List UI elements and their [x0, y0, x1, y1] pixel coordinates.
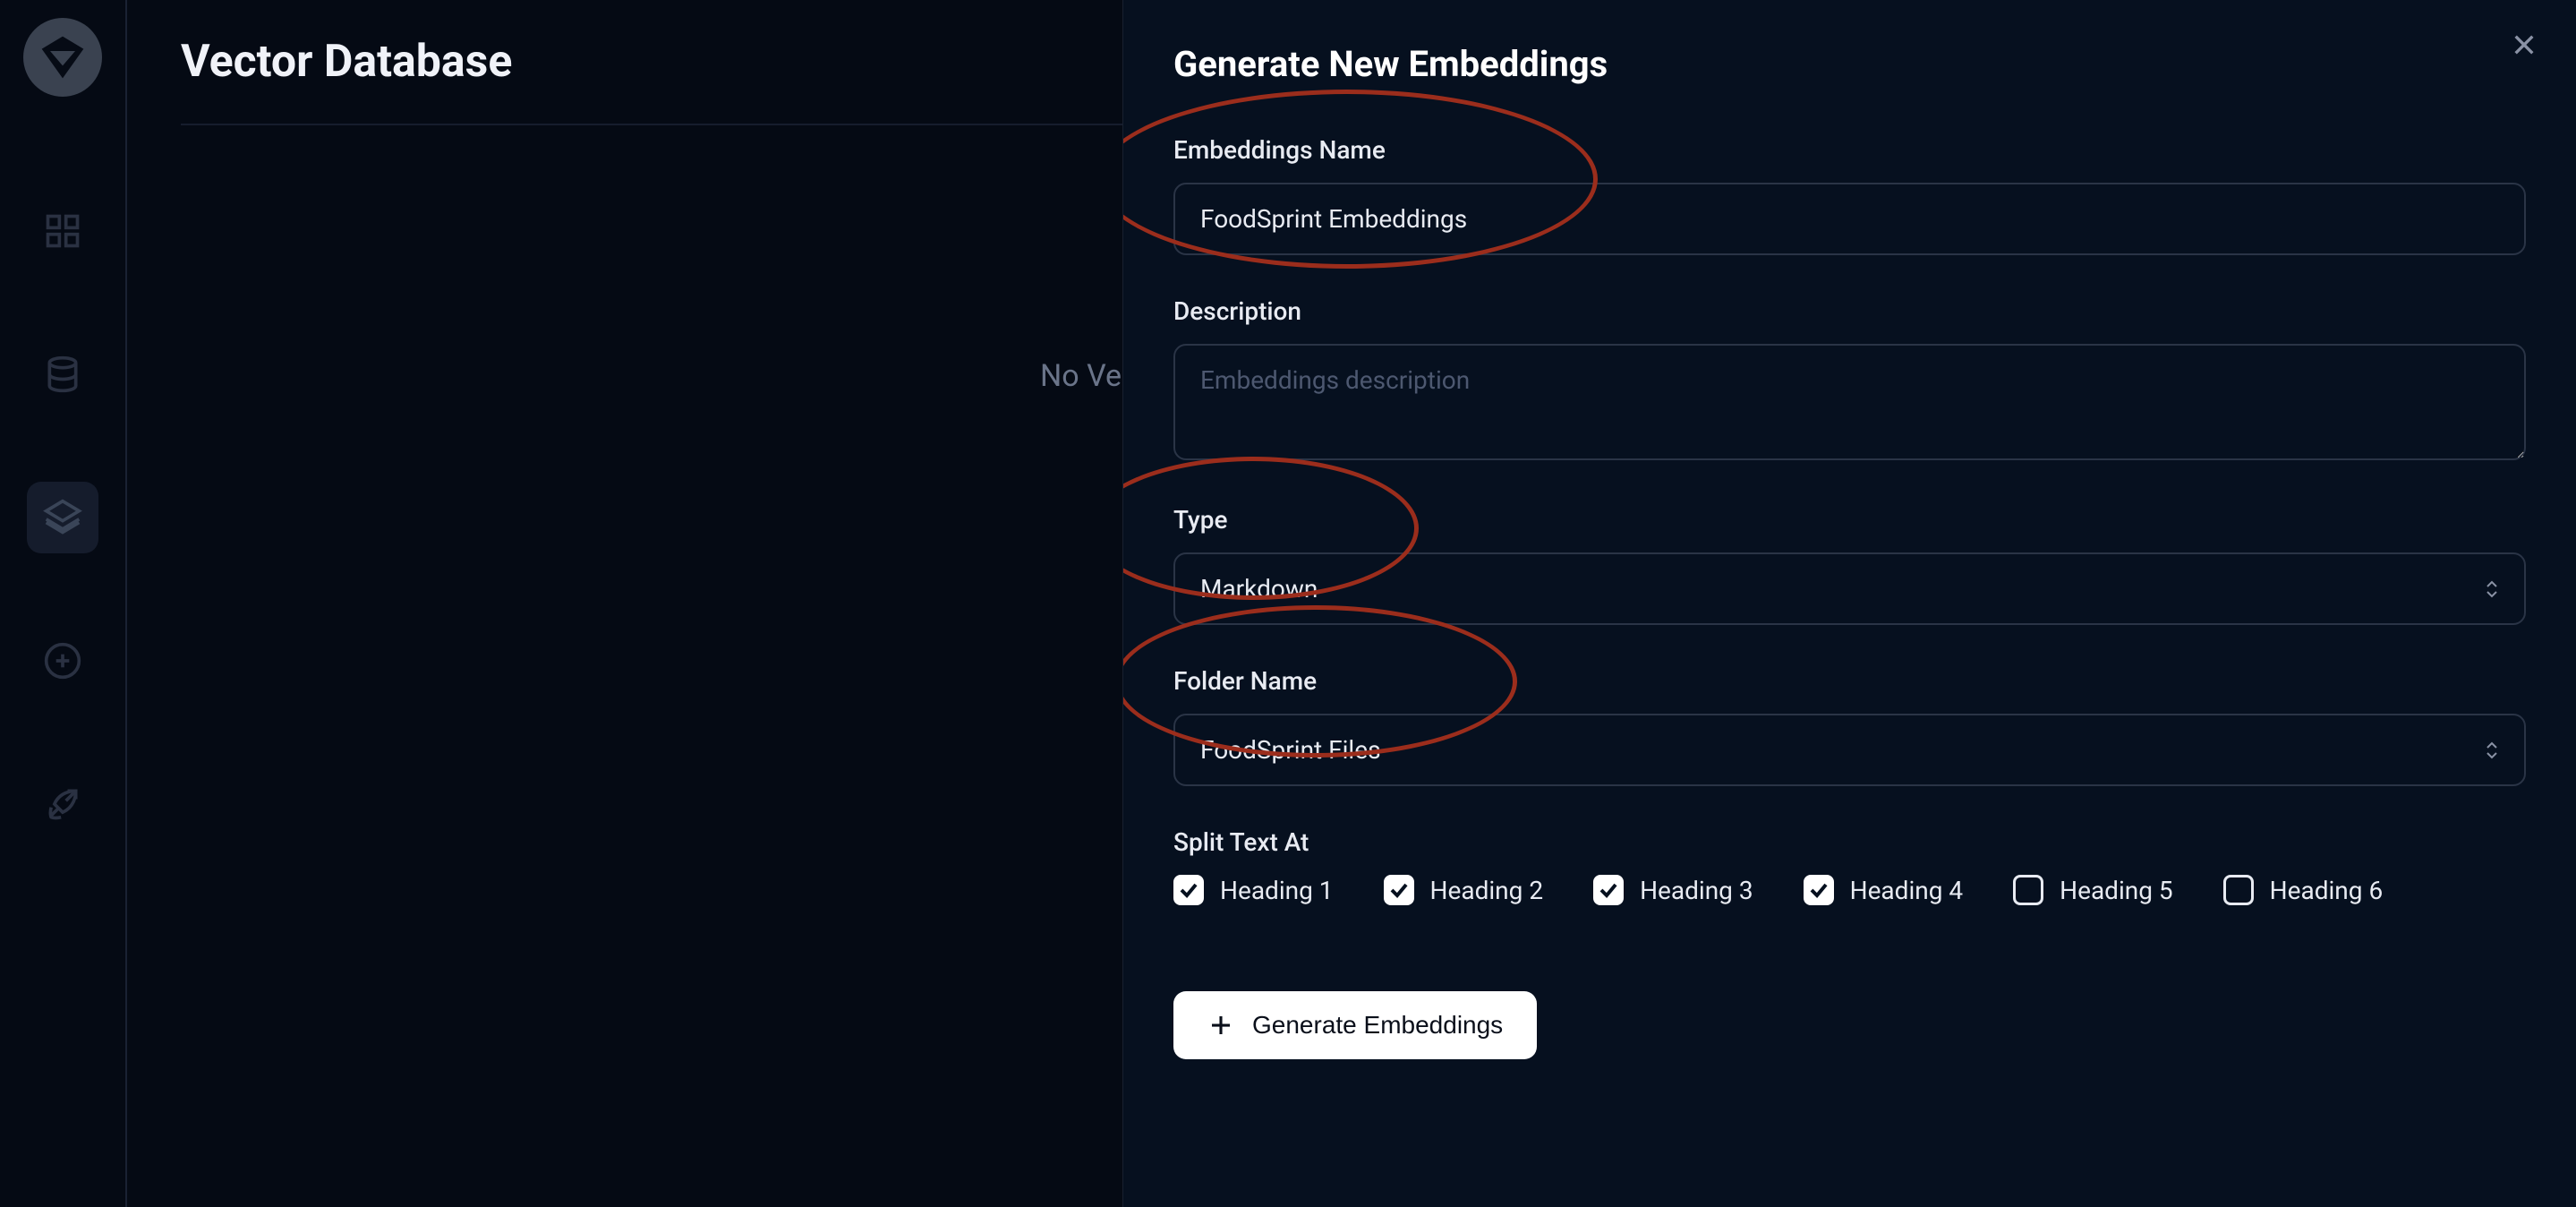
- checkbox-box: [1173, 875, 1204, 905]
- sidebar: [0, 0, 127, 1207]
- app-logo: [23, 18, 102, 97]
- checkbox-label: Heading 4: [1850, 876, 1964, 905]
- split-checkbox-row: Heading 1 Heading 2 Heading 3 Heading 4 Head…: [1173, 875, 2526, 905]
- side-panel: Generate New Embeddings Embeddings Name …: [1122, 0, 2576, 1207]
- plus-icon: [1207, 1012, 1234, 1039]
- checkbox-box: [1593, 875, 1624, 905]
- embeddings-name-input[interactable]: [1173, 183, 2526, 255]
- checkbox-box: [2013, 875, 2043, 905]
- generate-embeddings-button[interactable]: Generate Embeddings: [1173, 991, 1537, 1059]
- checkbox-box: [1804, 875, 1834, 905]
- checkbox-label: Heading 1: [1220, 876, 1334, 905]
- checkbox-label: Heading 5: [2060, 876, 2173, 905]
- checkbox-box: [1384, 875, 1414, 905]
- description-field: Description: [1173, 296, 2526, 464]
- checkbox-label: Heading 2: [1430, 876, 1544, 905]
- type-label: Type: [1173, 505, 2526, 535]
- nav-launch-icon[interactable]: [27, 768, 98, 840]
- split-text-field: Split Text At Heading 1Heading 2Heading …: [1173, 827, 2526, 905]
- checkbox-label: Heading 3: [1640, 876, 1753, 905]
- embeddings-name-label: Embeddings Name: [1173, 135, 2526, 165]
- generate-embeddings-label: Generate Embeddings: [1252, 1011, 1503, 1040]
- folder-name-label: Folder Name: [1173, 666, 2526, 696]
- close-icon: [2510, 30, 2538, 59]
- nav-dashboard-icon[interactable]: [27, 195, 98, 267]
- checkbox-heading-2[interactable]: Heading 2: [1384, 875, 1544, 905]
- nav-database-icon[interactable]: [27, 338, 98, 410]
- description-textarea[interactable]: [1173, 344, 2526, 460]
- checkbox-heading-1[interactable]: Heading 1: [1173, 875, 1334, 905]
- split-text-label: Split Text At: [1173, 827, 2526, 857]
- panel-title: Generate New Embeddings: [1173, 43, 2526, 85]
- nav-layers-icon[interactable]: [27, 482, 98, 553]
- folder-name-field: Folder Name FoodSprint Files: [1173, 666, 2526, 786]
- checkbox-heading-3[interactable]: Heading 3: [1593, 875, 1753, 905]
- description-label: Description: [1173, 296, 2526, 326]
- checkbox-label: Heading 6: [2270, 876, 2384, 905]
- embeddings-name-field: Embeddings Name: [1173, 135, 2526, 255]
- folder-name-select[interactable]: FoodSprint Files: [1173, 714, 2526, 786]
- nav-chat-add-icon[interactable]: [27, 625, 98, 697]
- checkbox-heading-5[interactable]: Heading 5: [2013, 875, 2173, 905]
- type-field: Type Markdown: [1173, 505, 2526, 625]
- checkbox-heading-4[interactable]: Heading 4: [1804, 875, 1964, 905]
- close-panel-button[interactable]: [2504, 25, 2544, 64]
- checkbox-heading-6[interactable]: Heading 6: [2223, 875, 2384, 905]
- checkbox-box: [2223, 875, 2254, 905]
- type-select[interactable]: Markdown: [1173, 552, 2526, 625]
